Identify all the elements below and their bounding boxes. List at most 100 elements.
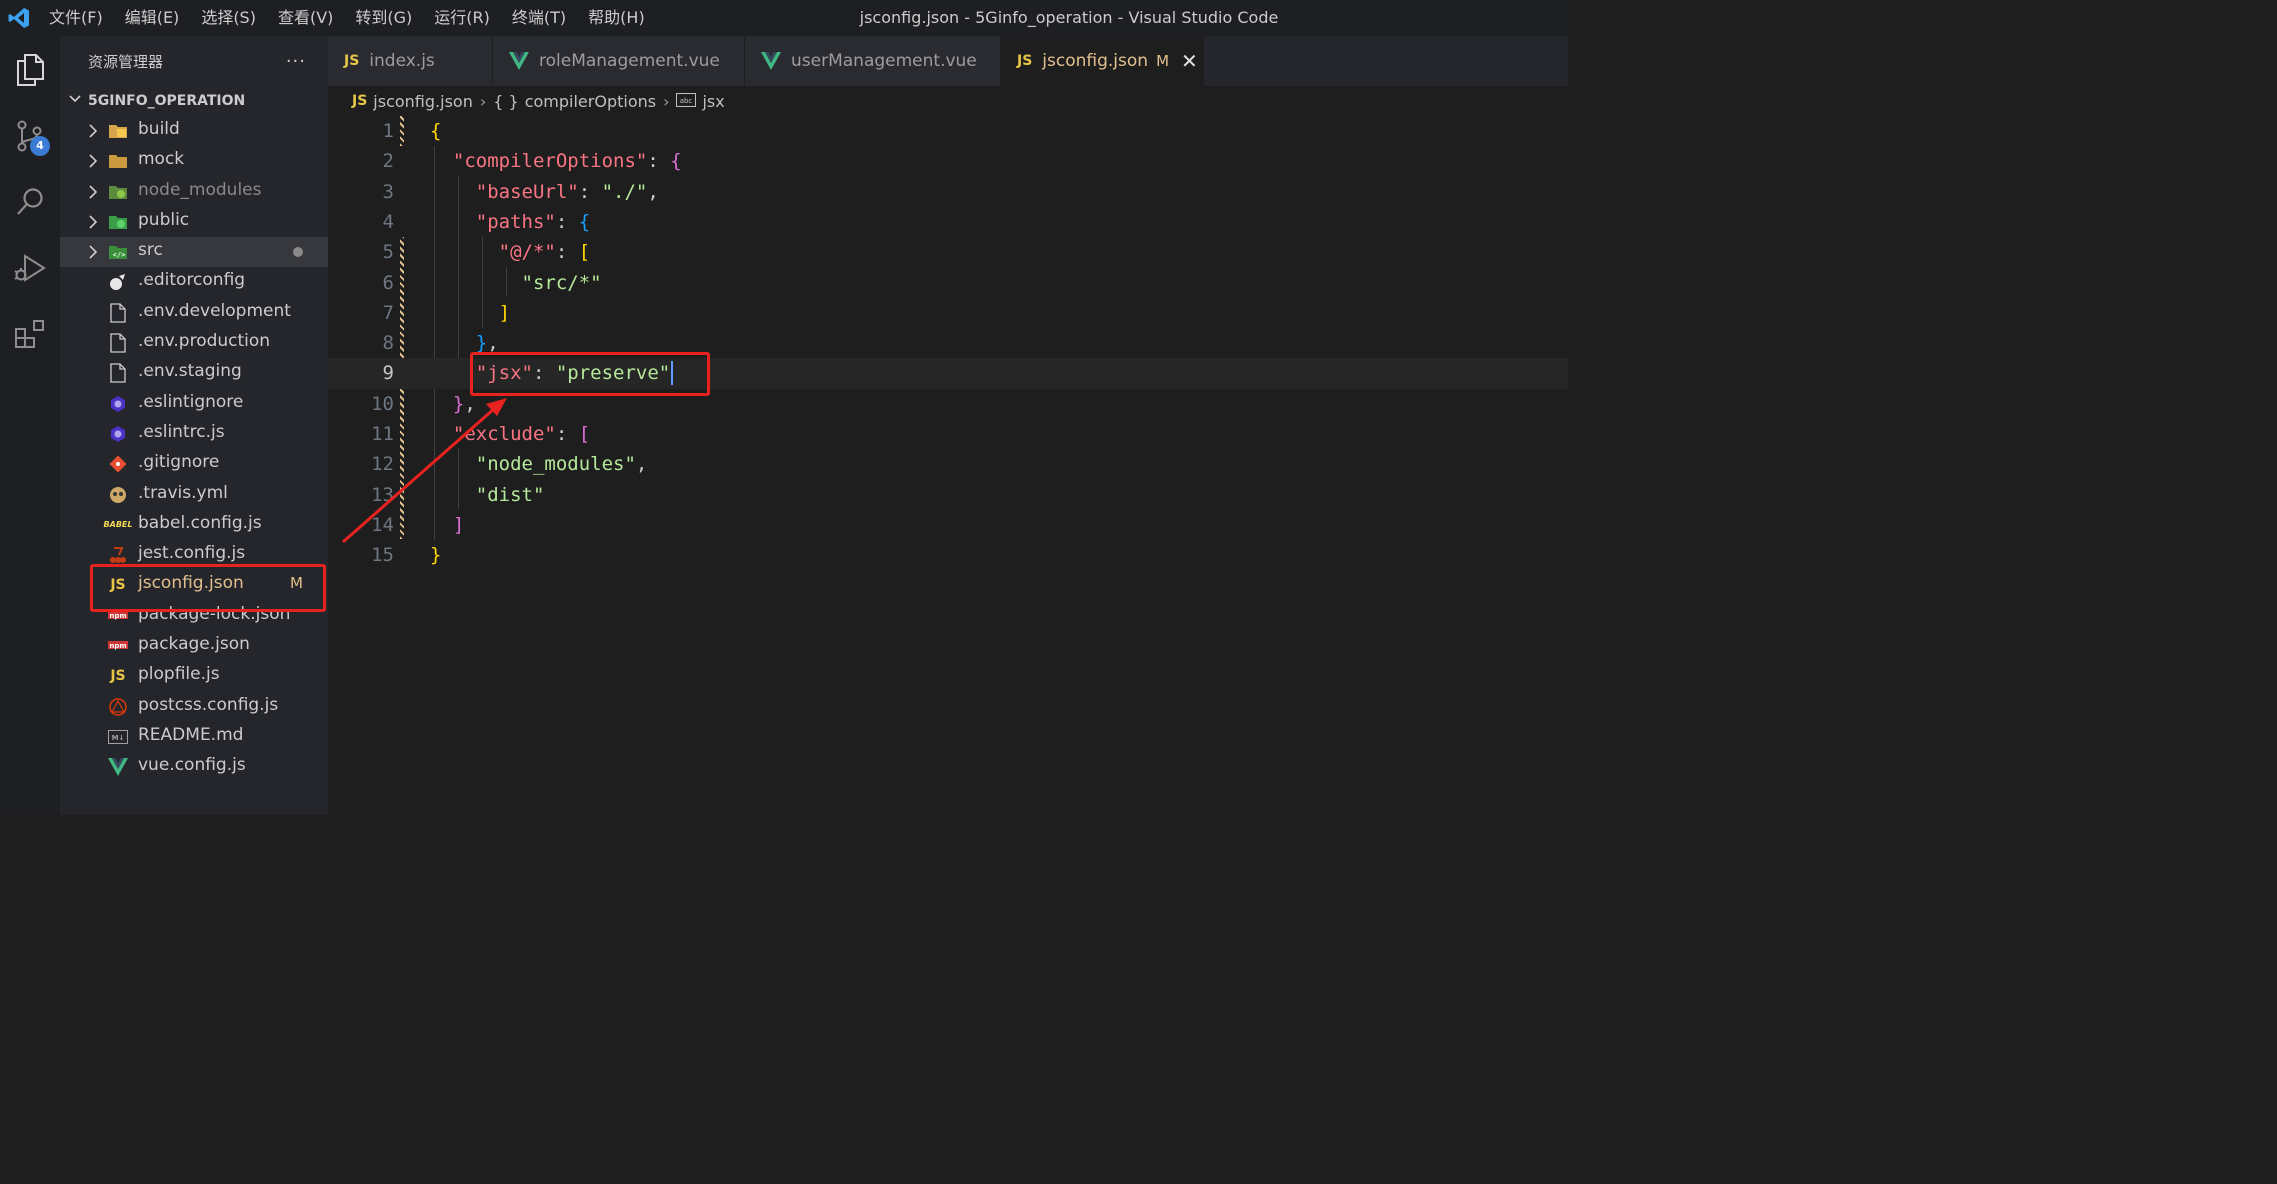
menu-item[interactable]: 终端(T) (501, 0, 577, 36)
menu-item[interactable]: 转到(G) (344, 0, 423, 36)
tree-item-public[interactable]: public (60, 207, 328, 237)
tree-item-label: babel.config.js (138, 512, 262, 533)
tree-item-package-json[interactable]: npm package.json (60, 631, 328, 661)
menu-item[interactable]: 运行(R) (423, 0, 501, 36)
tab-label: index.js (369, 51, 435, 71)
breadcrumb-jsx[interactable]: jsx (702, 92, 724, 111)
tree-item-label: .env.staging (138, 361, 242, 382)
code-token: : (555, 241, 579, 264)
tree-item-env-development[interactable]: .env.development (60, 298, 328, 328)
tab-rolemanagement-vue[interactable]: roleManagement.vue (493, 36, 745, 86)
line-number: 7 (382, 301, 394, 324)
line-number: 9 (382, 362, 394, 385)
folder-icon (108, 151, 128, 171)
tree-item-label: .travis.yml (138, 482, 228, 503)
code-line[interactable]: 2 "compilerOptions": { (328, 146, 1568, 176)
tree-item-babel-config-js[interactable]: BABEL babel.config.js (60, 510, 328, 540)
close-icon[interactable]: ✕ (1181, 49, 1198, 73)
svg-text:npm: npm (109, 642, 126, 650)
tab-label: userManagement.vue (791, 51, 977, 71)
code-line[interactable]: 6 "src/*" (328, 268, 1568, 298)
code-text: "compilerOptions": { (430, 146, 682, 176)
tree-item-travis-yml[interactable]: .travis.yml (60, 480, 328, 510)
tree-item-label: build (138, 119, 180, 139)
line-number: 6 (382, 271, 394, 294)
menu-item[interactable]: 查看(V) (267, 0, 344, 36)
tab-usermanagement-vue[interactable]: userManagement.vue (745, 36, 1001, 86)
menu-item[interactable]: 选择(S) (190, 0, 267, 36)
code-line[interactable]: 7 ] (328, 298, 1568, 328)
tree-item-eslintignore[interactable]: .eslintignore (60, 389, 328, 419)
code-editor[interactable]: 1{2 "compilerOptions": {3 "baseUrl": "./… (328, 116, 1568, 815)
code-text: "@/*": [ (430, 237, 591, 267)
editorconfig-icon (108, 272, 128, 292)
code-line[interactable]: 14 ] (328, 510, 1568, 540)
tree-item-node-modules[interactable]: node_modules (60, 177, 328, 207)
code-token: ] (498, 301, 511, 324)
menu-item[interactable]: 文件(F) (38, 0, 114, 36)
source-control-icon[interactable] (0, 106, 60, 166)
tree-item-editorconfig[interactable]: .editorconfig (60, 267, 328, 297)
search-icon[interactable] (0, 172, 60, 232)
workspace-section-header[interactable]: 5GINFO_OPERATION (60, 86, 328, 116)
tree-item-build[interactable]: build (60, 116, 328, 146)
code-line[interactable]: 1{ (328, 116, 1568, 146)
svg-text:M↓: M↓ (112, 734, 125, 742)
workspace-name: 5GINFO_OPERATION (88, 93, 246, 109)
string-icon: abc (676, 92, 697, 111)
chevron-right-icon: › (663, 91, 670, 111)
code-text: "src/*" (430, 268, 602, 298)
chevron-right-icon: › (479, 91, 487, 111)
tree-item-env-staging[interactable]: .env.staging (60, 358, 328, 388)
tree-item-mock[interactable]: mock (60, 146, 328, 176)
tree-item-eslintrc-js[interactable]: .eslintrc.js (60, 419, 328, 449)
menu-item[interactable]: 帮助(H) (577, 0, 656, 36)
tab-jsconfig-json[interactable]: JS jsconfig.json M ✕ (1001, 36, 1204, 86)
tree-item-gitignore[interactable]: .gitignore (60, 449, 328, 479)
menu-item[interactable]: 编辑(E) (114, 0, 191, 36)
code-text: "baseUrl": "./", (430, 177, 659, 207)
vue-icon (761, 52, 781, 70)
code-line[interactable]: 4 "paths": { (328, 207, 1568, 237)
vue-icon (108, 757, 128, 777)
code-line[interactable]: 11 "exclude": [ (328, 419, 1568, 449)
tree-item-label: .eslintignore (138, 391, 244, 412)
tab-label: roleManagement.vue (539, 51, 720, 71)
tree-item-label: .gitignore (138, 452, 220, 473)
tree-item-vue-config-js[interactable]: vue.config.js (60, 752, 328, 782)
code-token: , (647, 180, 659, 203)
code-token: { (578, 210, 591, 233)
code-token: : (555, 210, 579, 233)
code-token: "baseUrl" (475, 180, 579, 203)
tree-item-label: .env.development (138, 300, 291, 321)
activity-bar: 4 (0, 36, 60, 815)
code-text: "node_modules", (430, 449, 648, 479)
code-token: [ (578, 241, 591, 264)
npm-icon: npm (108, 636, 128, 656)
tree-item-src[interactable]: </> src (60, 237, 328, 268)
more-actions-icon[interactable]: ··· (286, 51, 306, 72)
tree-item-plopfile-js[interactable]: JS plopfile.js (60, 661, 328, 691)
code-token: : (578, 180, 602, 203)
tree-item-readme-md[interactable]: M↓ README.md (60, 722, 328, 752)
code-text: "dist" (430, 480, 545, 510)
breadcrumb-compiler-options[interactable]: compilerOptions (525, 92, 656, 111)
code-line[interactable]: 5 "@/*": [ (328, 237, 1568, 267)
extensions-icon[interactable] (0, 304, 60, 364)
code-line[interactable]: 3 "baseUrl": "./", (328, 177, 1568, 207)
run-debug-icon[interactable] (0, 238, 60, 298)
code-line[interactable]: 12 "node_modules", (328, 449, 1568, 479)
explorer-icon[interactable] (0, 40, 60, 100)
markdown-icon: M↓ (108, 727, 128, 747)
js-icon: JS (110, 668, 126, 685)
tab-index-js[interactable]: JS index.js (328, 36, 493, 86)
git-icon (108, 454, 128, 474)
tree-item-env-production[interactable]: .env.production (60, 328, 328, 358)
code-line[interactable]: 15} (328, 540, 1568, 570)
tree-item-postcss-config-js[interactable]: postcss.config.js (60, 692, 328, 722)
code-line[interactable]: 13 "dist" (328, 480, 1568, 510)
breadcrumb-file[interactable]: jsconfig.json (373, 92, 473, 111)
